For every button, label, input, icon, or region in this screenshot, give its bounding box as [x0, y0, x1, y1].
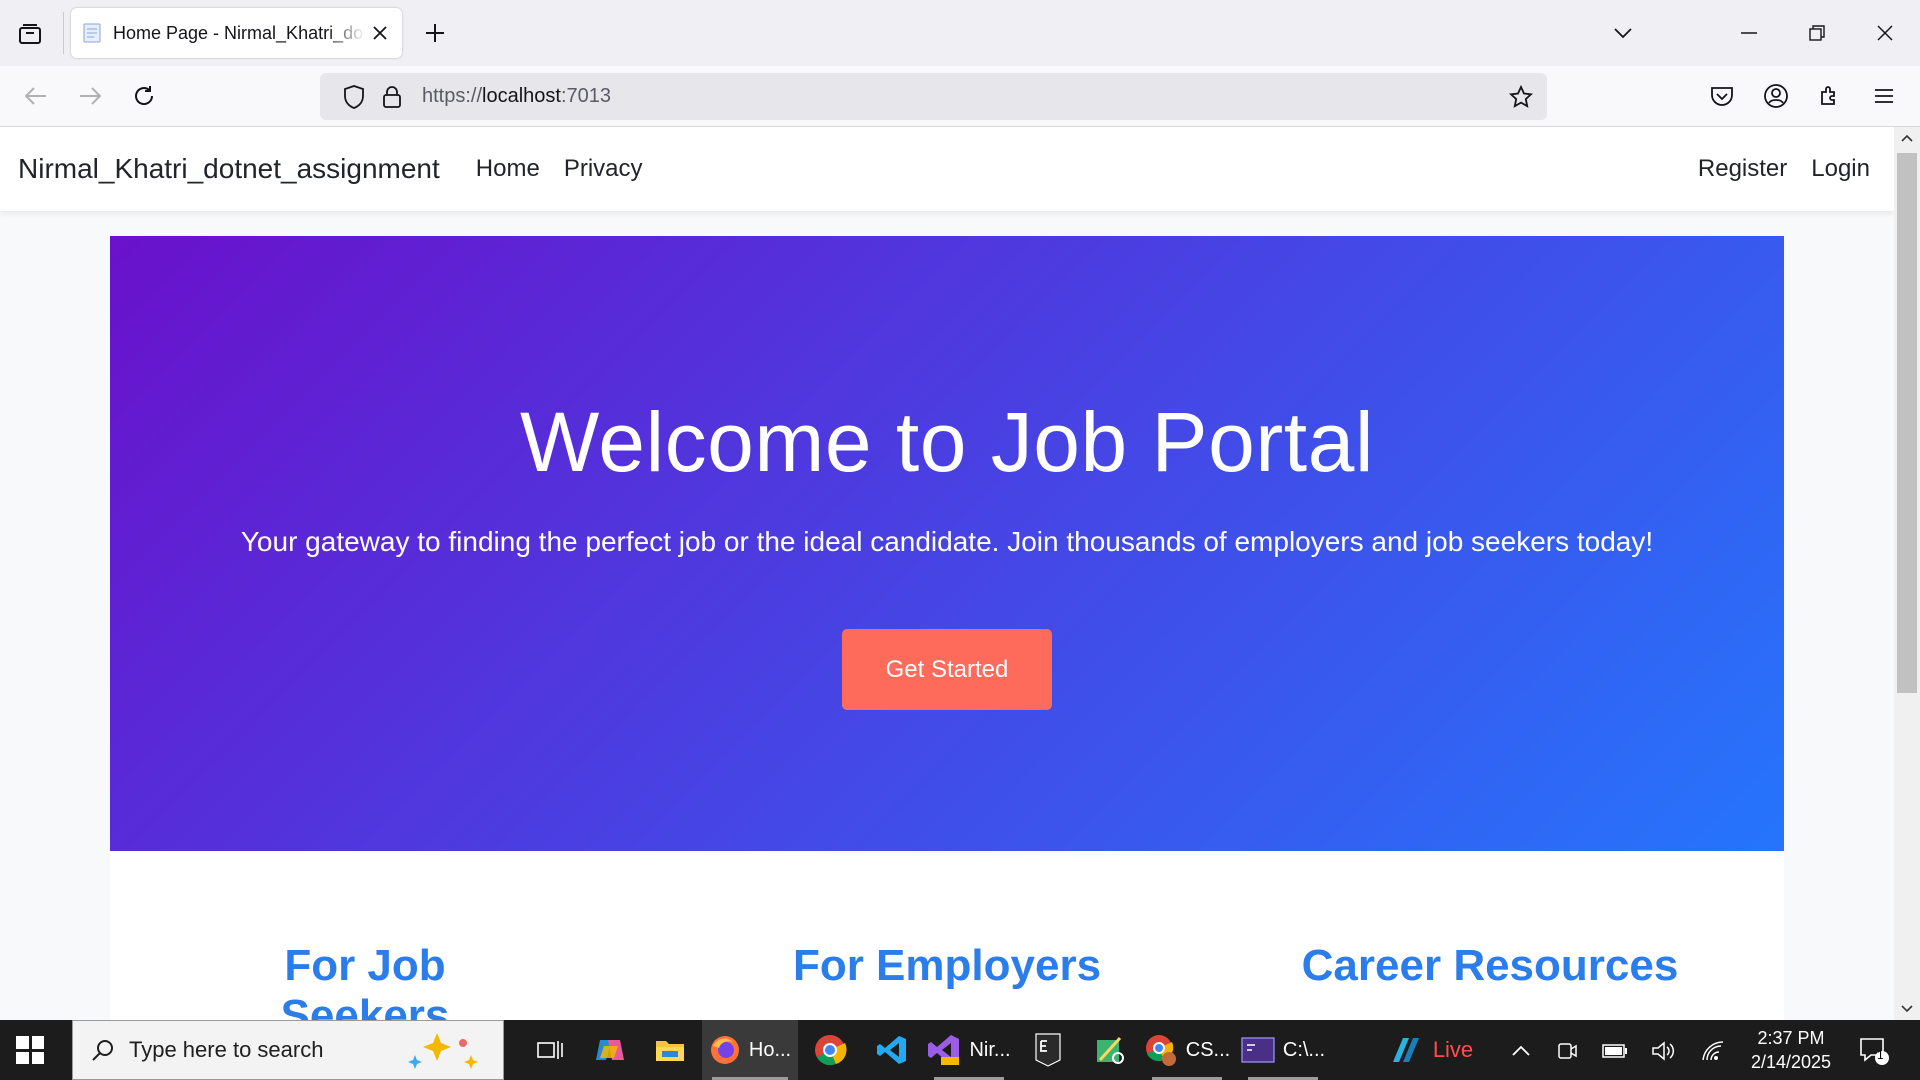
taskbar-clock[interactable]: 2:37 PM 2/14/2025	[1736, 1026, 1846, 1074]
address-bar[interactable]: https://localhost:7013	[320, 73, 1547, 120]
nav-link-login[interactable]: Login	[1811, 155, 1870, 183]
page-scrollbar[interactable]	[1894, 127, 1920, 1020]
notification-count: 1	[1877, 1048, 1884, 1062]
windows-start-icon[interactable]	[16, 1036, 44, 1064]
url-text: https://localhost:7013	[422, 85, 612, 107]
scroll-up-icon[interactable]	[1894, 127, 1920, 149]
search-placeholder: Type here to search	[129, 1037, 324, 1062]
feature-job-seekers-title: For Job Seekers	[280, 941, 450, 1020]
copilot-icon[interactable]	[580, 1020, 640, 1080]
shield-icon[interactable]	[342, 84, 366, 109]
page-icon	[83, 23, 101, 43]
back-icon[interactable]	[18, 78, 54, 114]
bookmark-star-icon[interactable]	[1509, 84, 1533, 109]
lock-icon[interactable]	[380, 85, 404, 109]
page-viewport: Nirmal_Khatri_dotnet_assignment Home Pri…	[0, 127, 1894, 1020]
taskbar-terminal[interactable]: C:\...	[1238, 1020, 1328, 1080]
search-icon	[92, 1040, 113, 1061]
copilot-sparkle-icon	[408, 1033, 478, 1069]
taskbar-search-box[interactable]: Type here to search	[72, 1020, 504, 1080]
tab-title: Home Page - Nirmal_Khatri_dotnet_assignm…	[113, 22, 365, 43]
firefox-icon	[710, 1036, 739, 1064]
chrome-profile-icon	[1145, 1035, 1176, 1066]
taskbar-visual-studio[interactable]: Nir...	[924, 1020, 1014, 1080]
volume-icon[interactable]	[1650, 1038, 1676, 1064]
task-view-icon[interactable]	[520, 1020, 580, 1080]
vscode-icon[interactable]	[862, 1020, 922, 1080]
restore-icon[interactable]	[1800, 16, 1834, 50]
wifi-icon[interactable]	[1700, 1038, 1726, 1064]
forward-icon[interactable]	[72, 78, 108, 114]
taskbar-chrome-label: CS...	[1185, 1038, 1231, 1061]
close-icon[interactable]	[370, 23, 390, 43]
live-label: Live	[1432, 1037, 1474, 1062]
pocket-icon[interactable]	[1704, 78, 1740, 114]
cricket-live-icon	[1392, 1038, 1419, 1062]
epic-games-icon[interactable]	[1018, 1020, 1078, 1080]
live-score-widget[interactable]: Live	[1376, 1020, 1486, 1080]
account-icon[interactable]	[1758, 78, 1794, 114]
browser-tab-strip: Home Page - Nirmal_Khatri_dotnet_assignm…	[0, 0, 1920, 66]
taskbar-terminal-label: C:\...	[1282, 1038, 1326, 1061]
site-brand[interactable]: Nirmal_Khatri_dotnet_assignment	[18, 153, 440, 185]
terminal-icon	[1241, 1037, 1275, 1063]
clock-date: 2/14/2025	[1750, 1052, 1832, 1072]
menu-icon[interactable]	[1866, 78, 1902, 114]
notification-icon[interactable]: 1	[1858, 1036, 1890, 1066]
taskbar-firefox[interactable]: Ho...	[702, 1020, 798, 1080]
firefox-view-icon[interactable]	[14, 18, 46, 50]
feature-career-resources-title: Career Resources	[1301, 941, 1679, 990]
nav-link-privacy[interactable]: Privacy	[564, 155, 643, 183]
get-started-button[interactable]: Get Started	[842, 629, 1052, 710]
taskbar-chrome-window[interactable]: CS...	[1142, 1020, 1232, 1080]
windows-taskbar: Type here to search Ho... Nir... CS... C…	[0, 1020, 1920, 1080]
taskbar-firefox-label: Ho...	[748, 1038, 792, 1061]
nav-link-home[interactable]: Home	[476, 155, 540, 183]
meet-now-icon[interactable]	[1554, 1038, 1580, 1064]
feature-employers-title: For Employers	[792, 941, 1102, 990]
scroll-down-icon[interactable]	[1894, 998, 1920, 1020]
tab-separator	[63, 12, 64, 54]
snipping-tool-icon[interactable]	[1080, 1020, 1140, 1080]
clock-time: 2:37 PM	[1757, 1028, 1825, 1048]
nav-right-group: Register Login	[1674, 155, 1870, 183]
nav-link-register[interactable]: Register	[1698, 155, 1787, 183]
chrome-icon[interactable]	[800, 1020, 860, 1080]
site-navbar: Nirmal_Khatri_dotnet_assignment Home Pri…	[0, 127, 1894, 211]
browser-tab-active[interactable]: Home Page - Nirmal_Khatri_dotnet_assignm…	[71, 8, 402, 58]
extensions-icon[interactable]	[1812, 78, 1848, 114]
taskbar-visual-studio-label: Nir...	[969, 1038, 1011, 1061]
close-window-icon[interactable]	[1868, 16, 1902, 50]
chevron-up-icon[interactable]	[1508, 1038, 1534, 1064]
scroll-thumb[interactable]	[1897, 153, 1917, 693]
reload-icon[interactable]	[126, 78, 162, 114]
visual-studio-icon	[928, 1035, 960, 1065]
chevron-down-icon[interactable]	[1606, 16, 1640, 50]
minimize-icon[interactable]	[1732, 16, 1766, 50]
hero-banner: Welcome to Job Portal Your gateway to fi…	[110, 236, 1784, 851]
battery-icon[interactable]	[1602, 1038, 1628, 1064]
file-explorer-icon[interactable]	[640, 1020, 700, 1080]
hero-subtitle: Your gateway to finding the perfect job …	[240, 526, 1654, 557]
features-section: For Job Seekers For Employers Career Res…	[110, 851, 1784, 1020]
browser-toolbar: https://localhost:7013	[0, 66, 1920, 127]
new-tab-icon[interactable]	[420, 18, 450, 48]
hero-title: Welcome to Job Portal	[520, 395, 1374, 489]
